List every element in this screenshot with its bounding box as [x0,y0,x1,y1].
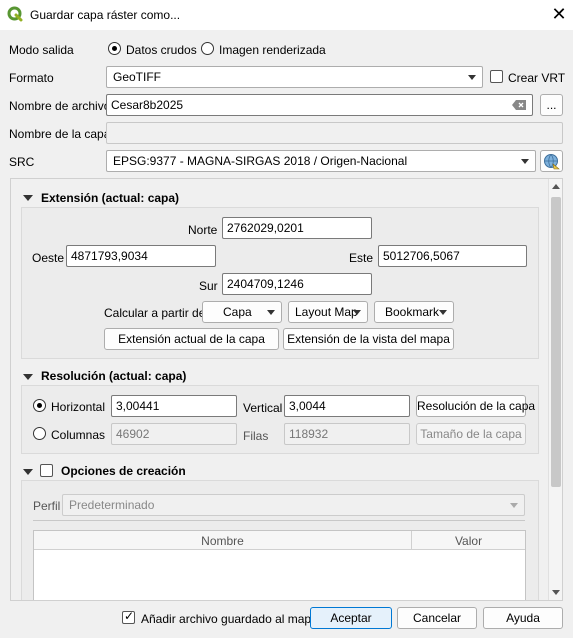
radio-raw-data-label[interactable]: Datos crudos [126,43,197,57]
chevron-down-icon [267,310,275,315]
calc-bookmark-label: Bookmark [385,305,440,319]
layer-resolution-button[interactable]: Resolución de la capa [416,395,535,417]
layer-size-button: Tamaño de la capa [416,423,526,445]
create-vrt-checkbox[interactable] [490,70,503,83]
add-to-map-label[interactable]: Añadir archivo guardado al mapa [141,612,318,626]
chevron-down-icon [468,75,476,80]
clear-icon[interactable] [512,100,526,110]
radio-rendered-image-label[interactable]: Imagen renderizada [219,43,326,57]
profile-value: Predeterminado [69,498,155,512]
radio-horizontal[interactable] [33,399,46,412]
add-to-map-checkbox[interactable] [122,609,135,624]
chevron-down-icon [521,159,529,164]
format-label: Formato [9,71,54,85]
vertical-scrollbar[interactable] [548,179,562,600]
calc-from-label: Calcular a partir de [104,306,206,320]
chevron-down-icon [353,310,361,315]
filename-value: Cesar8b2025 [111,98,184,112]
east-input[interactable]: 5012706,5067 [378,245,527,267]
calc-layer-dropdown[interactable]: Capa [202,301,282,323]
scroll-up-icon[interactable] [552,184,560,189]
filename-label: Nombre de archivo [9,99,111,113]
crs-value: EPSG:9377 - MAGNA-SIRGAS 2018 / Origen-N… [113,154,408,168]
north-input[interactable]: 2762029,0201 [222,217,372,239]
south-input[interactable]: 2404709,1246 [222,273,372,295]
west-input[interactable]: 4871793,9034 [66,245,216,267]
qgis-logo-icon [7,6,23,22]
creation-options-title[interactable]: Opciones de creación [61,464,186,478]
resolution-title[interactable]: Resolución (actual: capa) [41,369,186,383]
horizontal-label[interactable]: Horizontal [51,400,105,414]
columns-label[interactable]: Columnas [51,428,105,442]
crs-label: SRC [9,155,35,169]
table-header-name[interactable]: Nombre [34,534,411,548]
radio-rendered-image[interactable] [201,42,214,55]
scroll-down-icon[interactable] [552,590,560,595]
rows-label: Filas [243,429,269,443]
calc-layout-label: Layout Map [295,305,358,319]
layer-name-input [106,122,563,144]
close-icon[interactable]: ✕ [547,3,571,25]
north-label: Norte [188,223,218,237]
window-title: Guardar capa ráster como... [30,8,181,22]
calc-layer-label: Capa [223,305,252,319]
profile-label: Perfil [33,499,61,513]
radio-columns[interactable] [33,427,46,440]
calc-bookmark-dropdown[interactable]: Bookmark [374,301,454,323]
help-button[interactable]: Ayuda [483,607,563,629]
divider [33,520,525,521]
scrollbar-thumb[interactable] [551,197,561,487]
browse-button[interactable]: ... [540,94,563,116]
filename-input[interactable]: Cesar8b2025 [106,94,533,116]
collapse-creation-options-icon[interactable] [23,469,33,475]
horizontal-input[interactable]: 3,00441 [111,395,237,417]
crs-select[interactable]: EPSG:9377 - MAGNA-SIRGAS 2018 / Origen-N… [106,150,536,172]
crs-selector-button[interactable] [540,150,563,172]
create-vrt-label[interactable]: Crear VRT [508,71,565,85]
format-value: GeoTIFF [113,70,162,84]
output-mode-label: Modo salida [9,43,74,57]
collapse-extent-icon[interactable] [23,195,33,201]
rows-input: 118932 [284,423,410,445]
globe-icon [544,154,560,170]
chevron-down-icon [439,310,447,315]
south-label: Sur [199,279,218,293]
east-label: Este [349,251,374,265]
chevron-down-icon [510,503,518,508]
map-view-extent-button[interactable]: Extensión de la vista del mapa [283,328,454,350]
vertical-label: Vertical [243,401,283,415]
extent-title[interactable]: Extensión (actual: capa) [41,191,179,205]
collapse-resolution-icon[interactable] [23,374,33,380]
radio-raw-data[interactable] [108,42,121,55]
creation-options-checkbox[interactable] [40,464,53,477]
current-layer-extent-button[interactable]: Extensión actual de la capa [104,328,279,350]
profile-select: Predeterminado [62,494,525,516]
accept-button[interactable]: Aceptar [310,607,392,629]
format-select[interactable]: GeoTIFF [106,66,483,88]
layer-name-label: Nombre de la capa [9,127,111,141]
columns-input: 46902 [111,423,237,445]
cancel-button[interactable]: Cancelar [397,607,477,629]
table-header-value[interactable]: Valor [412,534,525,548]
vertical-input[interactable]: 3,0044 [284,395,410,417]
west-label: Oeste [32,251,65,265]
calc-layout-map-dropdown[interactable]: Layout Map [288,301,368,323]
